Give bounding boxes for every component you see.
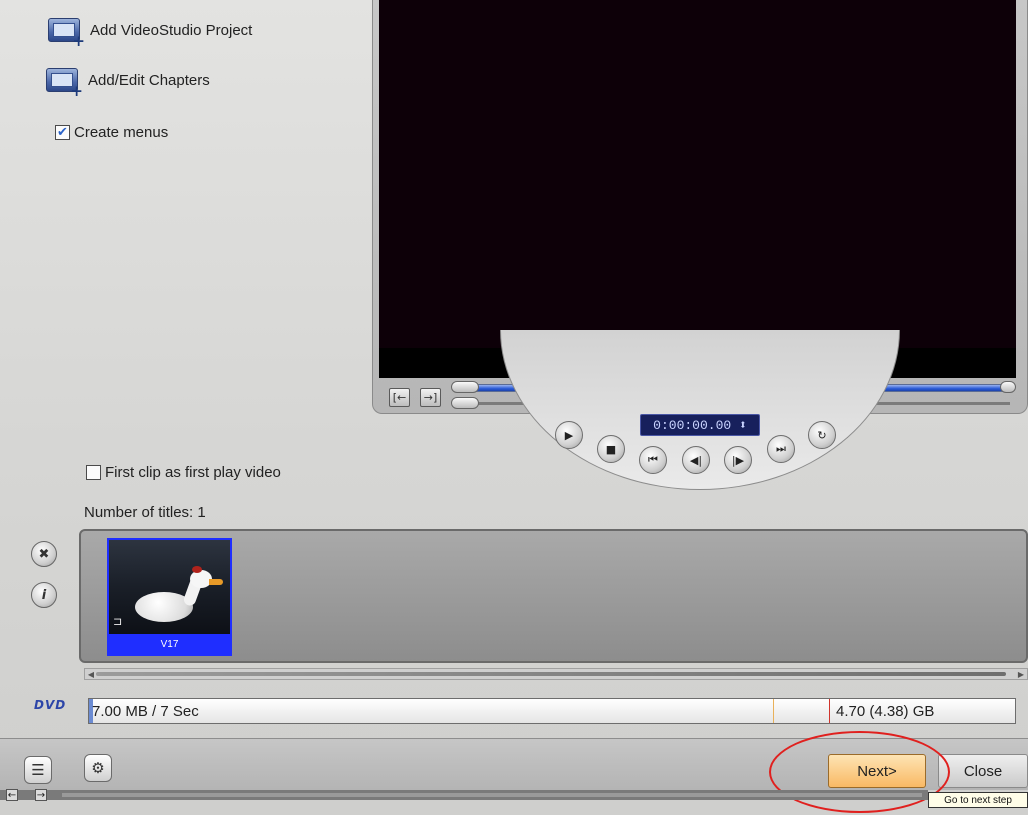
remove-title-button[interactable]: ✖ — [31, 541, 57, 567]
scroll-right-icon[interactable]: ▶ — [1015, 668, 1027, 680]
create-menus-row[interactable]: ✔ Create menus — [55, 124, 168, 141]
add-videostudio-project-icon — [48, 18, 85, 50]
title-info-button[interactable]: i — [31, 582, 57, 608]
create-menus-checkbox[interactable]: ✔ — [55, 125, 70, 140]
repeat-button[interactable]: ↻ — [808, 421, 836, 449]
preview-screen — [379, 0, 1016, 378]
forward-arrow-icon[interactable]: → — [35, 789, 47, 801]
title-thumbnail-label: V17 — [109, 634, 230, 654]
scrollbar-thumb[interactable] — [96, 672, 1006, 676]
title-thumbnail[interactable]: ⊐ V17 — [107, 538, 232, 656]
next-frame-button[interactable]: |▶ — [724, 446, 752, 474]
scrubber-end-handle[interactable] — [1000, 381, 1016, 393]
next-step-tooltip: Go to next step — [928, 792, 1028, 808]
add-edit-chapters-row[interactable]: Add/Edit Chapters — [46, 68, 210, 100]
add-edit-chapters-label: Add/Edit Chapters — [88, 71, 210, 89]
list-icon[interactable]: ☰ — [24, 756, 52, 784]
dvd-logo: DVD — [34, 698, 67, 712]
capacity-marker-limit — [829, 699, 830, 723]
close-button[interactable]: Close — [938, 754, 1028, 788]
end-button[interactable]: ⏭ — [767, 435, 795, 463]
mark-out-button[interactable]: →] — [420, 388, 441, 407]
disc-used-text: 7.00 MB / 7 Sec — [92, 703, 199, 720]
add-edit-chapters-icon — [46, 68, 83, 100]
settings-icon[interactable]: ⚙ — [84, 754, 112, 782]
first-clip-checkbox[interactable] — [86, 465, 101, 480]
first-clip-row[interactable]: First clip as first play video — [86, 464, 281, 481]
trim-handle[interactable] — [451, 397, 479, 409]
timecode-display[interactable]: 0:00:00.00 ⬍ — [640, 414, 760, 436]
previous-frame-button[interactable]: ◀| — [682, 446, 710, 474]
capacity-marker-soft — [773, 699, 774, 723]
stop-button[interactable]: ■ — [597, 435, 625, 463]
scrubber-handle[interactable] — [451, 381, 479, 393]
disc-total-text: 4.70 (4.38) GB — [836, 703, 935, 720]
status-progress — [62, 793, 922, 797]
duck-image: ⊐ — [109, 540, 230, 634]
play-button[interactable]: ▶ — [555, 421, 583, 449]
add-videostudio-project-row[interactable]: Add VideoStudio Project — [48, 18, 253, 50]
create-menus-label: Create menus — [74, 124, 169, 141]
mark-in-button[interactable]: [← — [389, 388, 410, 407]
first-clip-label: First clip as first play video — [105, 464, 281, 481]
number-of-titles: Number of titles: 1 — [84, 504, 206, 521]
add-videostudio-project-label: Add VideoStudio Project — [90, 21, 253, 39]
highlight-ellipse — [769, 731, 950, 813]
home-button[interactable]: ⏮ — [639, 446, 667, 474]
clip-corner-icon: ⊐ — [113, 615, 123, 628]
back-arrow-icon[interactable]: ← — [6, 789, 18, 801]
